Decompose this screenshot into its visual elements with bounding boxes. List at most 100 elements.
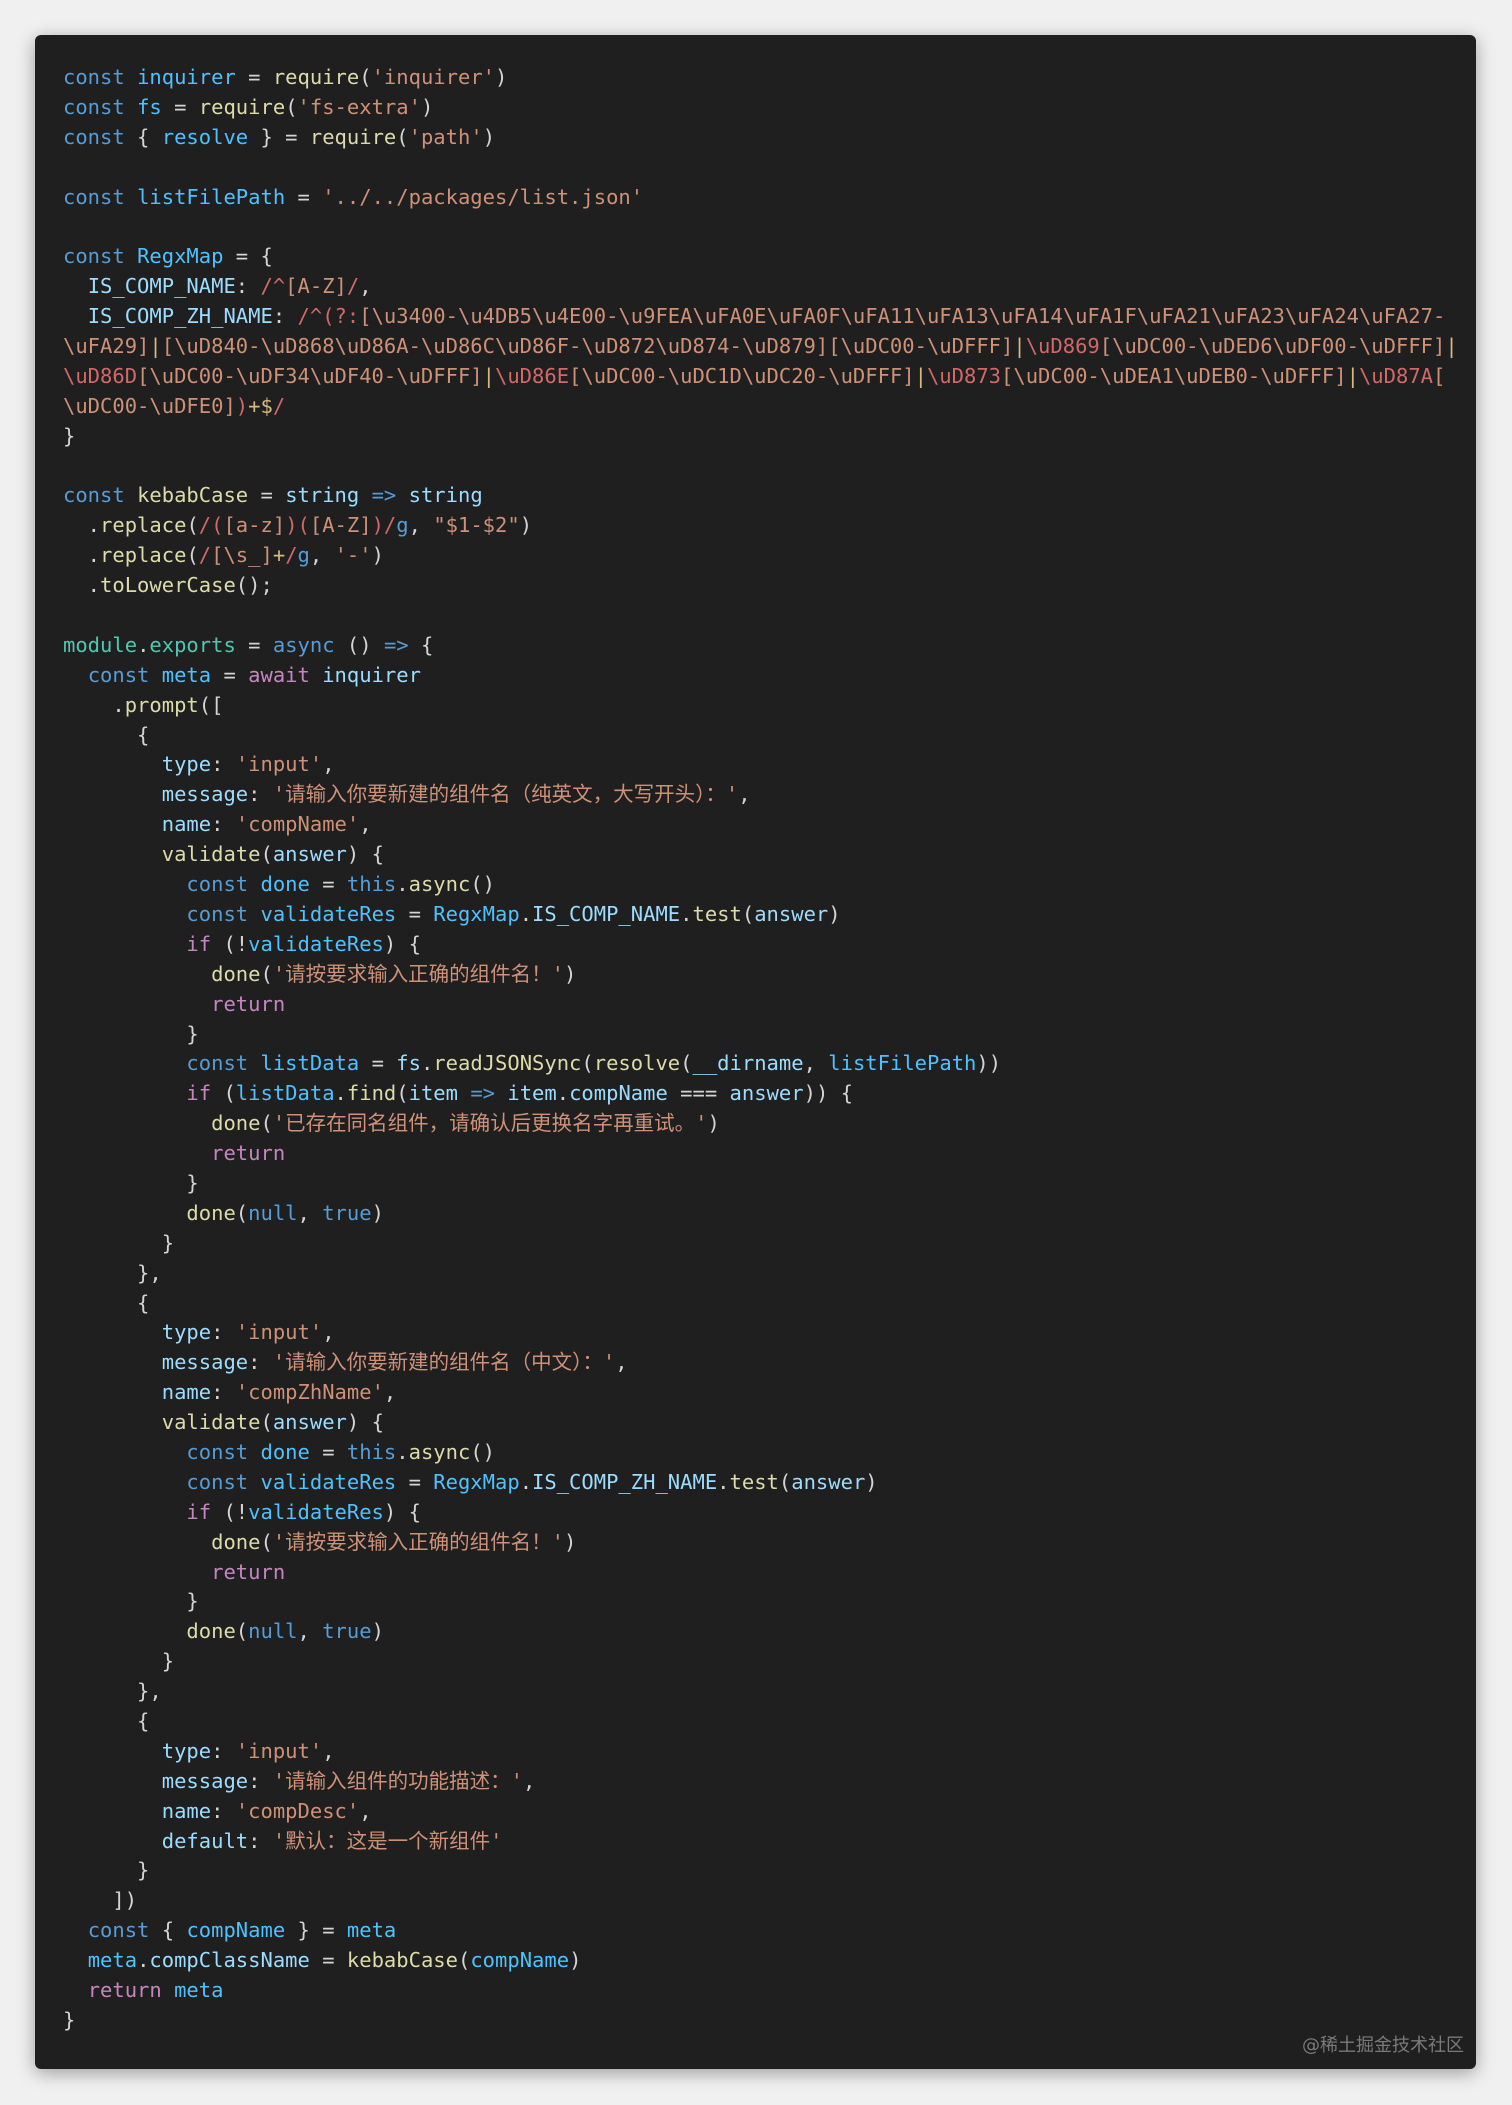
code-token: () bbox=[470, 1439, 496, 1464]
code-token: IS_COMP_ZH_NAME bbox=[532, 1469, 718, 1494]
code-token: return bbox=[211, 1141, 286, 1166]
code-token: ) bbox=[495, 65, 508, 89]
code-token: ( bbox=[680, 1051, 693, 1076]
code-token: , bbox=[297, 1619, 323, 1644]
code-token: , bbox=[738, 782, 751, 807]
code-token: }, bbox=[63, 1679, 162, 1704]
code-token: = bbox=[235, 632, 273, 657]
code-line: name: 'compName', bbox=[63, 810, 1456, 840]
code-token: ([ bbox=[198, 692, 224, 717]
code-token: , bbox=[322, 1738, 335, 1763]
code-token: type bbox=[161, 1738, 212, 1763]
code-token: 'inquirer' bbox=[371, 65, 496, 89]
code-token: inquirer bbox=[137, 65, 236, 89]
code-token: \uD87A bbox=[1358, 363, 1434, 388]
code-token: /^ bbox=[260, 274, 286, 299]
code-token: 'input' bbox=[235, 1320, 323, 1345]
code-token: default bbox=[161, 1828, 249, 1853]
code-token: ) bbox=[371, 1619, 384, 1644]
code-token: '请输入你要新建的组件名（纯英文，大写开头）：' bbox=[272, 782, 739, 807]
code-line: type: 'input', bbox=[63, 1737, 1456, 1767]
code-token: '../../packages/list.json' bbox=[322, 184, 644, 209]
code-token: RegxMap bbox=[433, 901, 520, 926]
code-token: ]) bbox=[63, 1888, 138, 1913]
code-token: ( bbox=[260, 1529, 273, 1554]
code-token: } bbox=[63, 1230, 175, 1255]
code-line: }, bbox=[63, 1259, 1456, 1289]
code-token: compName bbox=[569, 1081, 668, 1106]
code-line: const fs = require('fs-extra') bbox=[63, 93, 1456, 123]
code-token: '-' bbox=[334, 543, 372, 568]
code-token: } bbox=[63, 1170, 199, 1195]
code-token: } bbox=[63, 1589, 199, 1614]
code-token: ( bbox=[285, 94, 298, 119]
code-token: find bbox=[346, 1081, 397, 1106]
code-line: { bbox=[63, 1289, 1456, 1319]
code-token: . bbox=[680, 901, 693, 926]
code-token: / bbox=[346, 274, 360, 299]
code-token: = bbox=[211, 662, 249, 687]
code-token: [\s_] bbox=[211, 543, 273, 568]
code-line: } bbox=[63, 1229, 1456, 1259]
code-token: ( bbox=[260, 1111, 273, 1136]
code-token: 'compZhName' bbox=[235, 1380, 384, 1405]
code-token: ( bbox=[235, 1200, 249, 1225]
code-token: / bbox=[272, 393, 286, 418]
code-token: )/ bbox=[371, 513, 397, 538]
code-token: => bbox=[371, 483, 397, 508]
code-token: const bbox=[63, 124, 125, 149]
code-token: null bbox=[248, 1619, 298, 1644]
code-token: : bbox=[211, 1380, 236, 1405]
code-token: : bbox=[235, 274, 261, 299]
code-line: \uFA29]|[\uD840-\uD868\uD86A-\uD86C\uD86… bbox=[63, 332, 1458, 362]
code-token: . bbox=[137, 1948, 150, 1973]
code-token: [\uD840-\uD868\uD86A-\uD86C\uD86F-\uD872… bbox=[161, 334, 1014, 359]
code-token: const bbox=[63, 483, 125, 508]
code-token: module bbox=[63, 632, 138, 657]
code-token: , bbox=[322, 1320, 335, 1345]
code-token: => bbox=[383, 632, 409, 657]
code-token: }, bbox=[63, 1260, 162, 1285]
code-token: done bbox=[211, 1529, 261, 1554]
code-token: = bbox=[396, 901, 434, 926]
code-window: const inquirer = require('inquirer') cons… bbox=[35, 35, 1476, 2069]
code-token: const bbox=[186, 1439, 249, 1464]
code-token: answer bbox=[754, 901, 829, 926]
code-token: compClassName bbox=[149, 1948, 310, 1973]
code-line: .replace(/[\s_]+/g, '-') bbox=[63, 541, 1456, 571]
code-token: = bbox=[248, 483, 286, 508]
code-token: g bbox=[297, 543, 310, 568]
code-token: meta bbox=[174, 1978, 224, 2002]
code-token: : bbox=[272, 304, 298, 329]
code-token: [\uDC00-\uDC1D\uDC20-\uDFFF] bbox=[569, 363, 915, 388]
code-token: resolve bbox=[161, 124, 249, 149]
code-token: IS_COMP_ZH_NAME bbox=[87, 304, 273, 329]
code-token: : bbox=[248, 782, 273, 807]
code-line: return meta bbox=[63, 1976, 1456, 2006]
code-token: '默认：这是一个新组件' bbox=[272, 1828, 503, 1853]
code-line: done('已存在同名组件，请确认后更换名字再重试。') bbox=[63, 1109, 1456, 1139]
code-token: const bbox=[63, 244, 125, 269]
code-token: ) bbox=[482, 124, 496, 149]
code-token: , bbox=[615, 1350, 628, 1375]
code-token: / bbox=[198, 543, 212, 568]
code-token: = bbox=[359, 1051, 397, 1076]
code-token: g bbox=[396, 513, 409, 538]
code-token: meta bbox=[346, 1918, 397, 1943]
code-token: } = bbox=[248, 124, 310, 149]
